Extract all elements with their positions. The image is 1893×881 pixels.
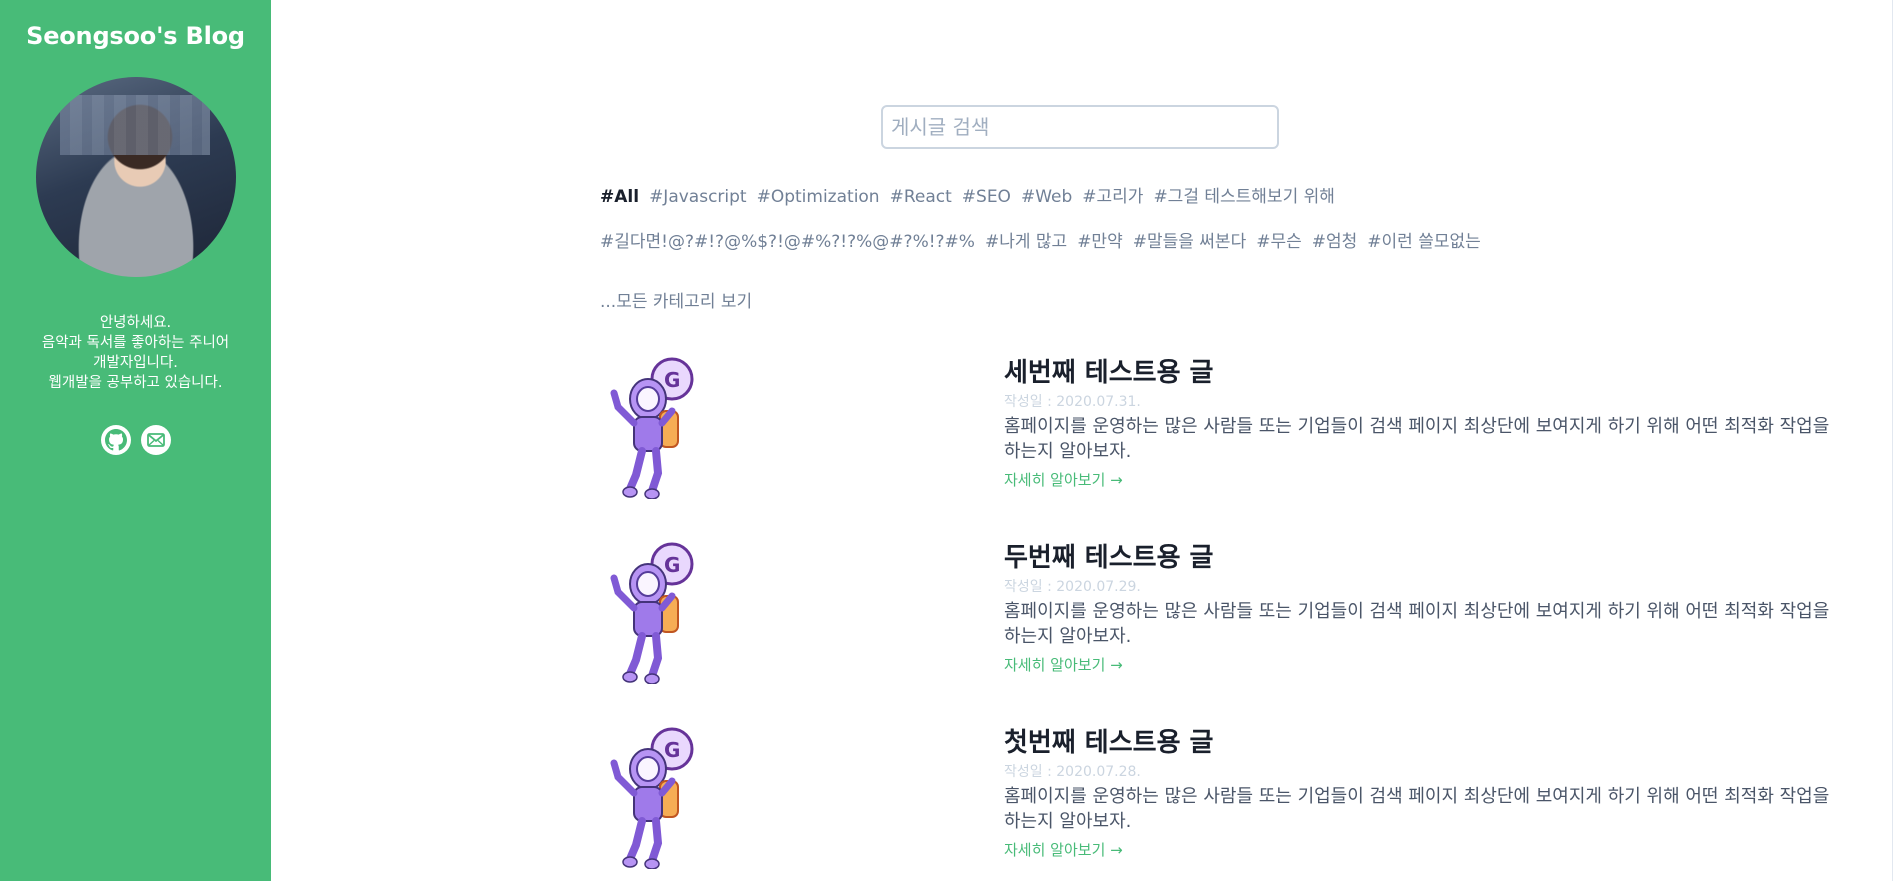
svg-text:G: G	[664, 738, 680, 762]
tag-item[interactable]: #React	[890, 187, 952, 207]
tag-all[interactable]: #All	[600, 187, 639, 207]
post-card: G 세번째 테스트용 글 작성일 : 2020.07.31. 홈페이지를 운영하…	[600, 349, 1829, 499]
search-input[interactable]	[881, 105, 1279, 149]
tag-list: #길다면!@?#!?@%$?!@#%?!?%@#?%!?#% #나게 많고 #만약 #…	[600, 227, 1550, 252]
all-categories-link[interactable]: ...모든 카테고리 보기	[600, 287, 752, 312]
social-links	[0, 425, 271, 455]
post-title[interactable]: 세번째 테스트용 글	[1004, 352, 1213, 389]
tag-item[interactable]: #Optimization	[757, 187, 880, 207]
post-card: G 첫번째 테스트용 글 작성일 : 2020.07.28. 홈페이지를 운영하…	[600, 719, 1829, 869]
read-more-link[interactable]: 자세히 알아보기 →	[1004, 839, 1123, 860]
post-title[interactable]: 두번째 테스트용 글	[1004, 537, 1213, 574]
bio: 안녕하세요. 음악과 독서를 좋아하는 주니어 개발자입니다. 웹개발을 공부하…	[0, 313, 271, 393]
read-more-link[interactable]: 자세히 알아보기 →	[1004, 654, 1123, 675]
svg-text:G: G	[664, 368, 680, 392]
post-description: 홈페이지를 운영하는 많은 사람들 또는 기업들이 검색 페이지 최상단에 보여…	[1004, 416, 1830, 462]
bio-line: 음악과 독서를 좋아하는 주니어	[41, 335, 230, 351]
tag-item[interactable]: #고리가	[1082, 187, 1143, 207]
astronaut-thumbnail[interactable]: G	[600, 534, 720, 684]
tag-list: #All #Javascript #Optimization #React #SEO #W…	[600, 182, 1550, 207]
post-title[interactable]: 첫번째 테스트용 글	[1004, 722, 1213, 759]
tag-item[interactable]: #Web	[1021, 187, 1072, 207]
main-content: #All #Javascript #Optimization #React #SEO #W…	[271, 0, 1893, 881]
tag-item[interactable]: #그걸 테스트해보기 위해	[1153, 187, 1334, 207]
bio-line: 개발자입니다.	[93, 355, 178, 371]
tag-item[interactable]: #Javascript	[649, 187, 747, 207]
read-more-link[interactable]: 자세히 알아보기 →	[1004, 469, 1123, 490]
tag-item[interactable]: #엄청	[1312, 232, 1358, 252]
tag-item[interactable]: #말들을 써본다	[1133, 232, 1247, 252]
github-icon[interactable]	[100, 425, 131, 455]
post-date: 작성일 : 2020.07.31.	[1004, 394, 1141, 410]
avatar	[35, 77, 236, 277]
sidebar: Seongsoo's Blog 안녕하세요. 음악과 독서를 좋아하는 주니어 …	[0, 0, 271, 881]
tag-item[interactable]: #나게 많고	[985, 232, 1067, 252]
tag-item[interactable]: #이런 쓸모없는	[1367, 232, 1481, 252]
tag-item[interactable]: #SEO	[962, 187, 1011, 207]
bio-line: 웹개발을 공부하고 있습니다.	[48, 375, 223, 391]
post-date: 작성일 : 2020.07.29.	[1004, 579, 1141, 595]
post-description: 홈페이지를 운영하는 많은 사람들 또는 기업들이 검색 페이지 최상단에 보여…	[1004, 786, 1830, 832]
tag-item[interactable]: #무슨	[1256, 232, 1302, 252]
astronaut-thumbnail[interactable]: G	[600, 719, 720, 869]
post-description: 홈페이지를 운영하는 많은 사람들 또는 기업들이 검색 페이지 최상단에 보여…	[1004, 601, 1830, 647]
site-title[interactable]: Seongsoo's Blog	[0, 0, 271, 50]
tag-item[interactable]: #길다면!@?#!?@%$?!@#%?!?%@#?%!?#%	[600, 232, 975, 252]
tag-item[interactable]: #만약	[1077, 232, 1123, 252]
post-date: 작성일 : 2020.07.28.	[1004, 764, 1141, 780]
astronaut-thumbnail[interactable]: G	[600, 349, 720, 499]
bio-line: 안녕하세요.	[99, 315, 172, 331]
svg-text:G: G	[664, 553, 680, 577]
post-card: G 두번째 테스트용 글 작성일 : 2020.07.29. 홈페이지를 운영하…	[600, 534, 1829, 684]
mail-icon[interactable]	[140, 425, 171, 455]
